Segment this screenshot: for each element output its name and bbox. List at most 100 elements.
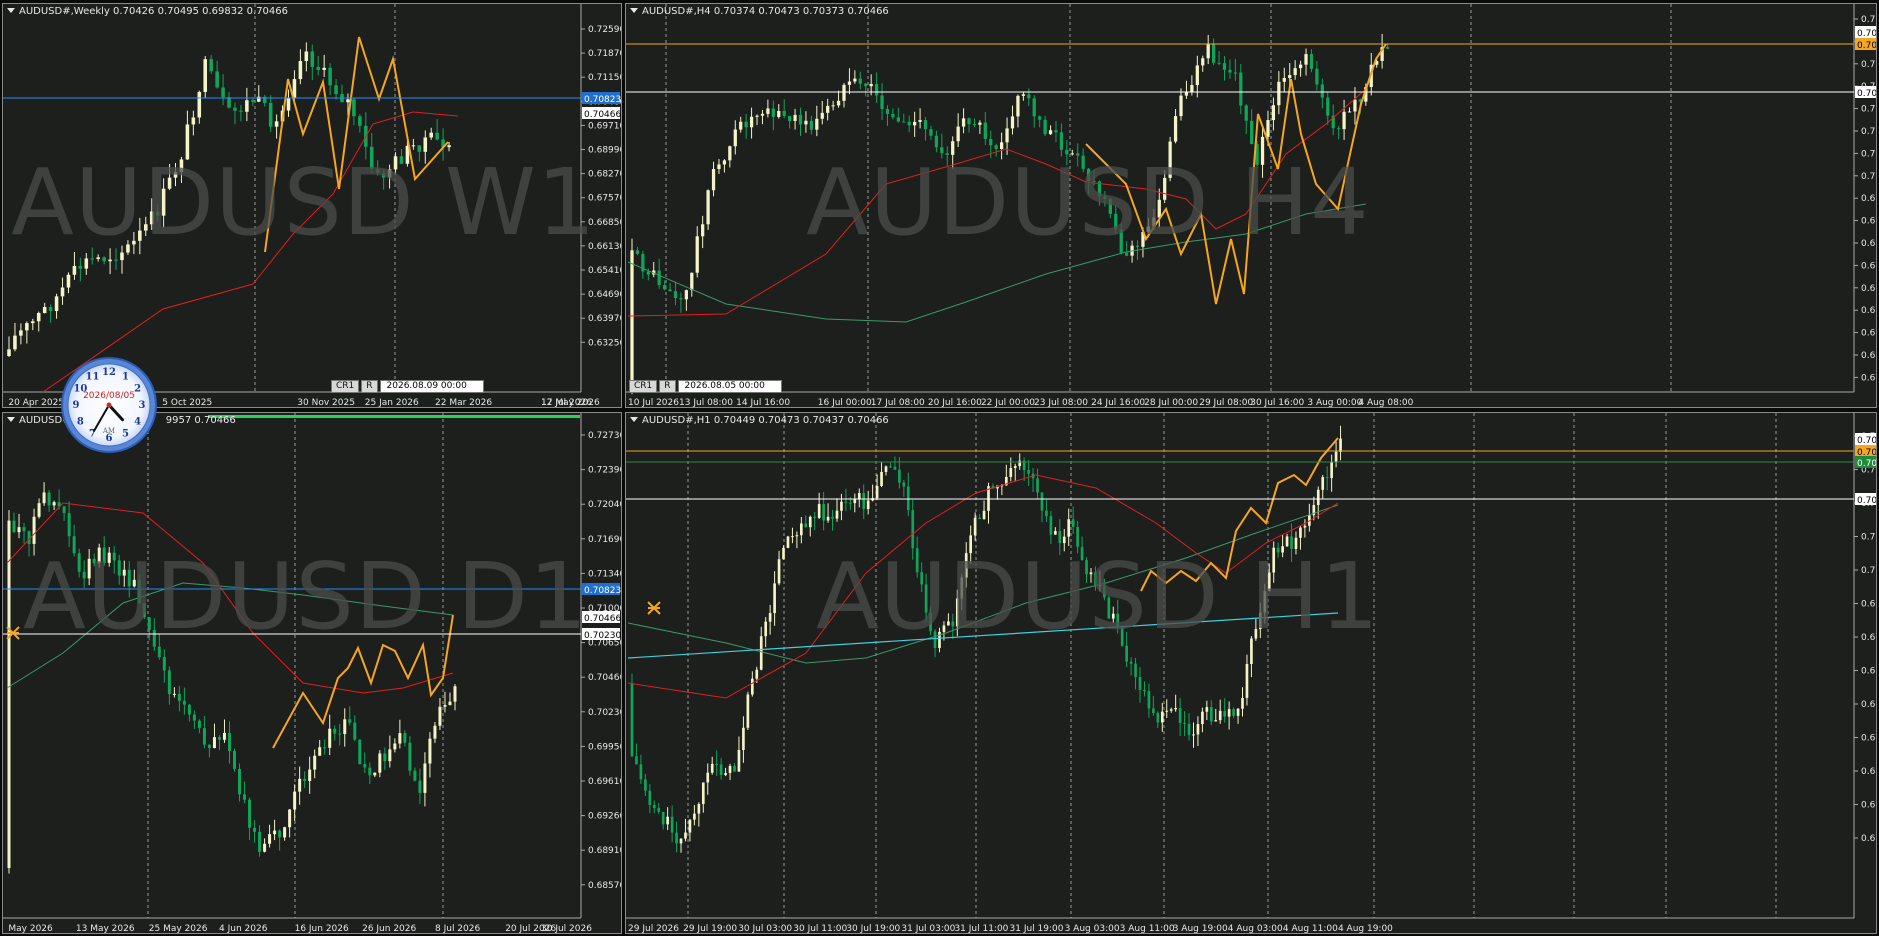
candle-body xyxy=(978,122,982,125)
chart-window-weekly[interactable]: 0.72590 0.71870 0.71150 0.704660.69710 0.689… xyxy=(2,3,622,408)
candle-body xyxy=(1059,132,1064,150)
candle-body xyxy=(96,257,100,259)
triangle-down-icon[interactable] xyxy=(630,417,638,422)
cr1-button[interactable]: CR1 xyxy=(629,380,658,393)
candle-body xyxy=(66,274,71,288)
candle-body xyxy=(880,95,884,109)
candle-body xyxy=(759,636,763,670)
candle-body xyxy=(1228,69,1232,73)
candle-body xyxy=(983,122,987,139)
candle-body xyxy=(978,517,981,520)
candle-body xyxy=(804,523,808,528)
candle-body xyxy=(875,486,879,499)
price-scale-label: 0.63250 xyxy=(588,338,622,348)
time-scale-label: 30 Jul 11:00 xyxy=(793,924,847,934)
price-scale-label: 0.69950 xyxy=(588,742,622,752)
candle-body xyxy=(940,147,944,154)
chart-window-h1[interactable]: 0.704660.704180.702300.701600.700500.699… xyxy=(625,412,1877,934)
r-button[interactable]: R xyxy=(659,380,676,393)
candle-body xyxy=(1125,252,1129,256)
triangle-down-icon[interactable] xyxy=(7,417,15,422)
candle-body xyxy=(197,91,202,118)
r-button[interactable]: R xyxy=(361,380,378,393)
candle-body xyxy=(955,598,959,627)
time-scale-label: 4 Aug 03:00 xyxy=(1228,924,1283,934)
candle-body xyxy=(826,516,830,521)
candle-body xyxy=(423,763,427,793)
candle-body xyxy=(1214,720,1218,722)
candle-body xyxy=(1103,584,1106,598)
triangle-down-icon[interactable] xyxy=(630,8,638,13)
price-scale-label: 0.64690 xyxy=(588,290,622,300)
candle-body xyxy=(1190,85,1194,92)
cr1-button[interactable]: CR1 xyxy=(331,380,360,393)
chart-canvas[interactable]: 0.72590 0.71870 0.71150 0.704660.69710 0.689… xyxy=(3,4,622,408)
price-scale-label: 0.69735 xyxy=(1861,239,1877,249)
candle-body xyxy=(1187,723,1191,736)
candle-body xyxy=(352,99,356,117)
candle-body xyxy=(679,838,683,844)
candle-body xyxy=(353,722,357,740)
candle-body xyxy=(207,744,211,749)
candle-body xyxy=(1293,68,1297,76)
candle-body xyxy=(719,764,723,776)
time-scale-label: 16 Jul 00:00 xyxy=(818,398,872,408)
candle-body xyxy=(777,559,781,584)
candle-body xyxy=(956,126,960,142)
candle-body xyxy=(1054,130,1058,133)
candle-body xyxy=(1353,99,1357,112)
time-scale-label: 12 Jul 2026 xyxy=(541,398,592,408)
candle-body xyxy=(1233,72,1237,74)
analog-clock-widget[interactable]: 12 1 2 3 4 5 6 7 8 9 10 11 2026/08/05 AM xyxy=(60,356,158,454)
candle-body xyxy=(1013,466,1017,469)
candle-body xyxy=(1147,691,1151,709)
candle-body xyxy=(182,700,186,705)
candle-body xyxy=(764,621,768,637)
chart-window-h4[interactable]: 0.705000.704660.704180.703500.702800.702… xyxy=(625,3,1877,408)
candle-body xyxy=(972,124,977,126)
candle-body xyxy=(639,764,643,780)
time-scale-label: 31 Jul 19:00 xyxy=(1010,924,1064,934)
candle-body xyxy=(891,113,895,118)
chart-window-daily[interactable]: 0.72730 0.72390 0.72040 0.71690 0.71340 0.710… xyxy=(2,412,622,934)
candle-body xyxy=(884,466,888,472)
price-scale-label: 0.69190 xyxy=(1861,351,1877,361)
candle-body xyxy=(820,112,824,119)
clock-numeral: 3 xyxy=(139,400,146,411)
price-scale-label: 0.71690 xyxy=(588,535,622,545)
candle-body xyxy=(418,780,422,793)
candle-body xyxy=(1260,136,1265,165)
candle-body xyxy=(1342,111,1346,130)
price-scale-label: 0.70050 xyxy=(1861,566,1877,576)
candle-body xyxy=(826,105,830,113)
candle-body xyxy=(1010,116,1015,129)
price-scale-label: 0.69830 xyxy=(1861,633,1877,643)
price-scale-label: 0.72040 xyxy=(588,500,622,510)
price-tag: 0.70418 xyxy=(1857,41,1877,51)
chart-canvas[interactable]: 0.704660.704180.702300.701600.700500.699… xyxy=(626,413,1877,934)
candle-body xyxy=(630,250,634,384)
candle-body xyxy=(733,765,736,772)
price-scale-label: 0.69300 xyxy=(1861,329,1877,339)
triangle-down-icon[interactable] xyxy=(7,8,15,13)
candle-body xyxy=(1258,612,1262,630)
price-scale-label: 0.66130 xyxy=(588,242,622,252)
candle-body xyxy=(644,779,647,791)
candle-body xyxy=(25,323,29,331)
candle-body xyxy=(87,558,91,579)
candle-body xyxy=(298,778,302,792)
chart-canvas[interactable]: 0.705000.704660.704180.703500.702800.702… xyxy=(626,4,1877,408)
chart-canvas[interactable]: 0.727300.723900.720400.716900.713400.710… xyxy=(3,413,622,934)
time-scale-label: 22 Mar 2026 xyxy=(435,398,492,408)
candle-body xyxy=(1094,572,1097,585)
candle-body xyxy=(742,727,745,750)
price-scale-label: 0.70230 xyxy=(588,708,622,718)
price-scale-label: 0.68270 xyxy=(588,170,622,180)
candle-body xyxy=(1065,149,1069,155)
time-scale-label: 5 Oct 2025 xyxy=(162,398,212,408)
candle-body xyxy=(813,516,817,518)
candle-body xyxy=(438,706,442,726)
candle-body xyxy=(348,719,352,723)
candle-body xyxy=(1114,213,1118,230)
candle-body xyxy=(1309,54,1314,69)
